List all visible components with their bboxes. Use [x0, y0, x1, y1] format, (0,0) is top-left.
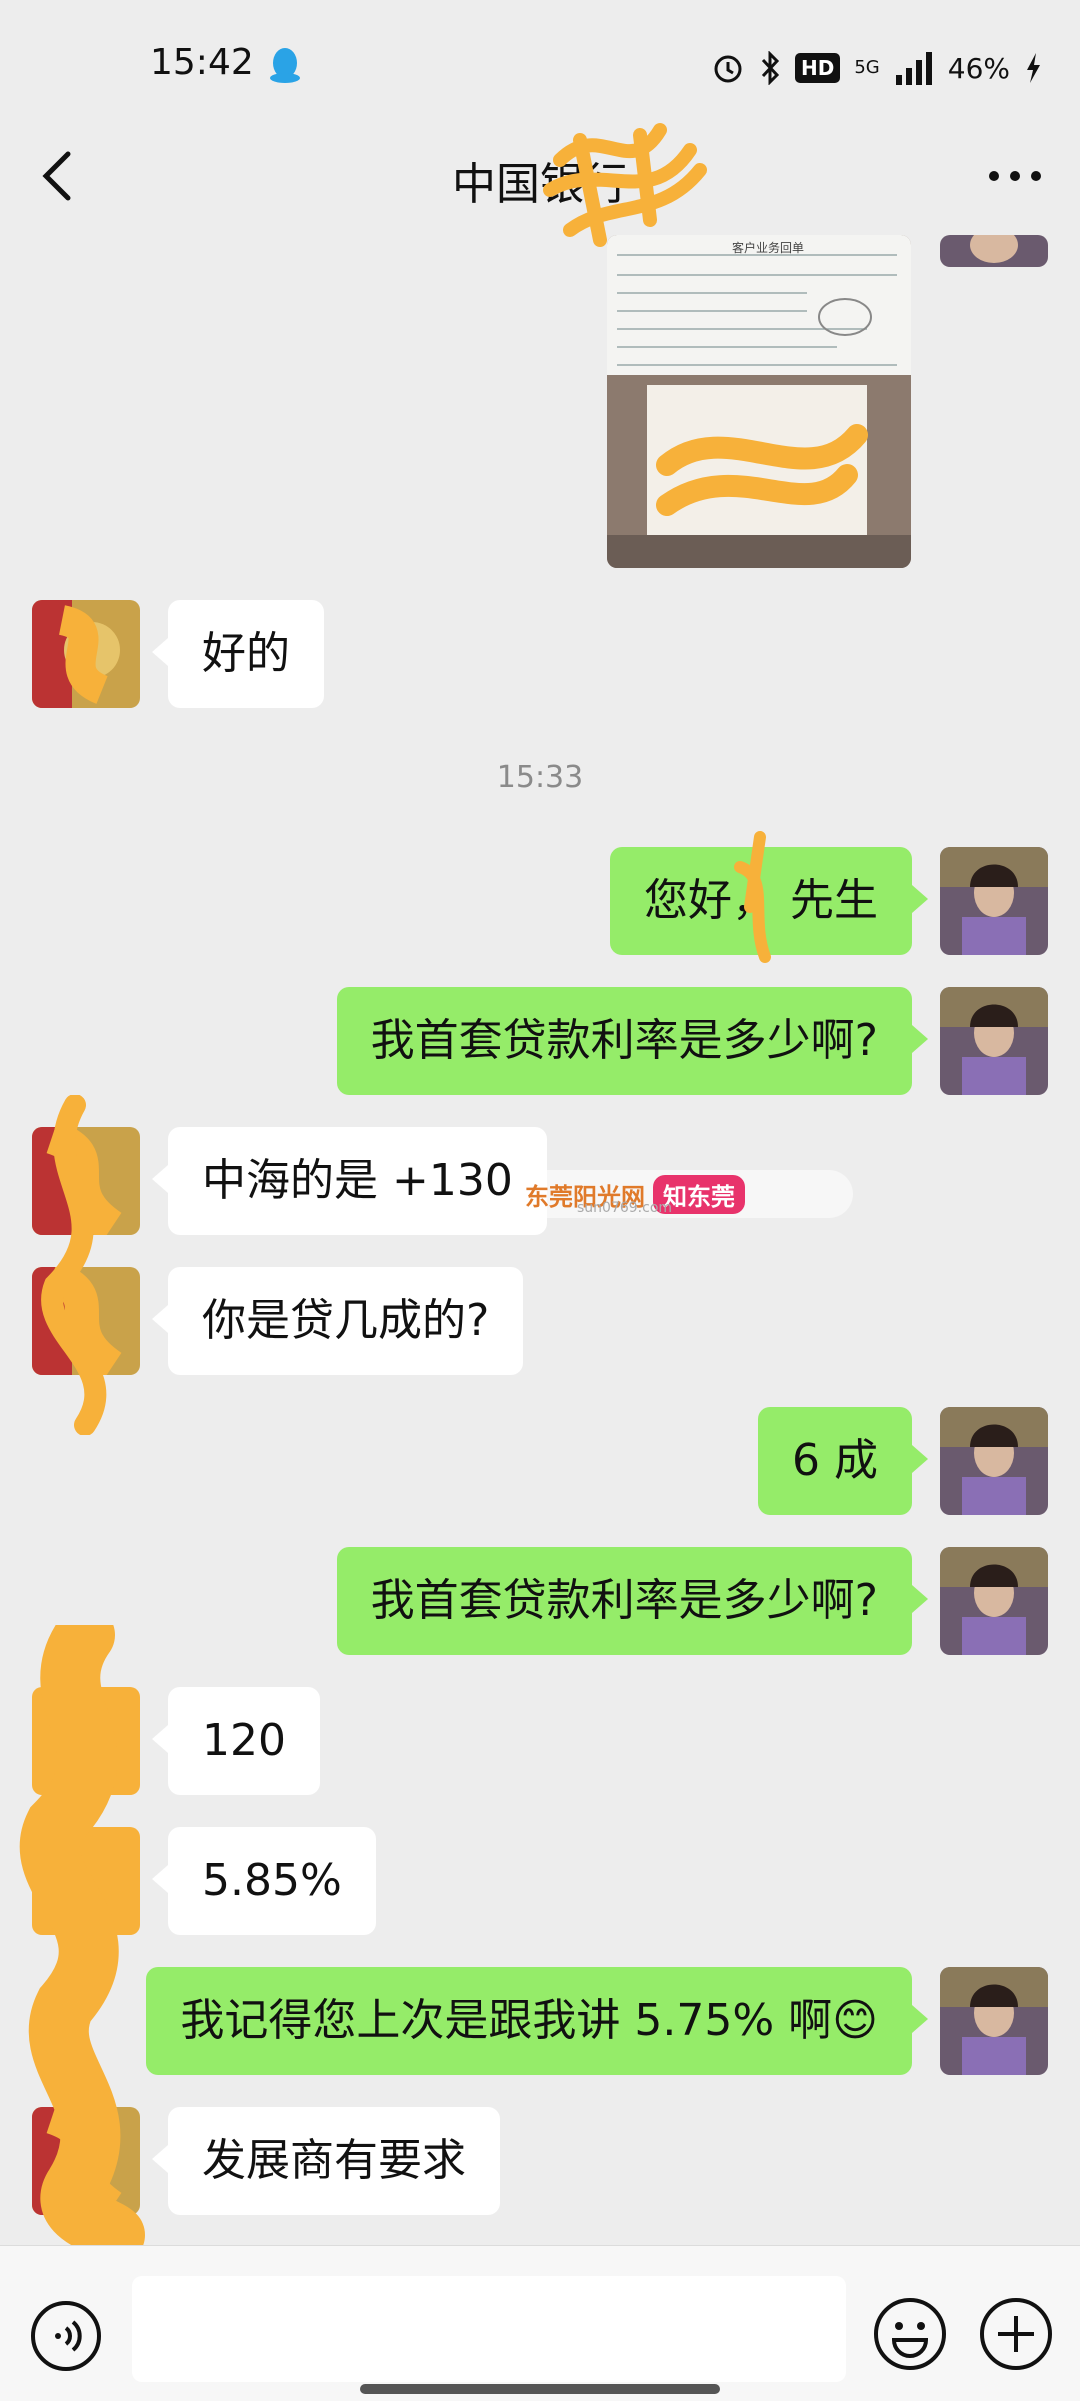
- message-row: 我首套贷款利率是多少啊?: [0, 1547, 1080, 1655]
- message-input[interactable]: [132, 2276, 846, 2382]
- incoming-message[interactable]: 你是贷几成的?: [151, 1267, 524, 1375]
- incoming-message[interactable]: 5.85%: [152, 1827, 376, 1935]
- outgoing-message[interactable]: 我首套贷款利率是多少啊?: [336, 1547, 929, 1655]
- charging-icon: [1027, 53, 1040, 83]
- message-row: 我记得您上次是跟我讲 5.75% 啊😊: [0, 1967, 1080, 2075]
- outgoing-message-text: 我记得您上次是跟我讲 5.75% 啊: [180, 1995, 833, 2046]
- message-row: 120: [0, 1687, 1080, 1795]
- incoming-message[interactable]: 120: [152, 1687, 320, 1795]
- nav-bar: 中国银行: [0, 120, 1080, 247]
- name-scribble: [734, 831, 771, 963]
- my-avatar[interactable]: [940, 1967, 1048, 2075]
- status-time: 15:42: [150, 42, 254, 83]
- bluetooth-icon: [761, 51, 780, 85]
- outgoing-message[interactable]: 我首套贷款利率是多少啊?: [336, 987, 929, 1095]
- voice-input-icon[interactable]: [28, 2298, 104, 2374]
- my-avatar[interactable]: [940, 1407, 1048, 1515]
- message-row: 你是贷几成的?: [0, 1267, 1080, 1375]
- outgoing-message[interactable]: 6 成: [758, 1407, 928, 1515]
- message-row: 我首套贷款利率是多少啊?: [0, 987, 1080, 1095]
- smile-emoji: 😊: [832, 1995, 878, 2046]
- more-options-icon[interactable]: [980, 146, 1050, 206]
- outgoing-message[interactable]: 我记得您上次是跟我讲 5.75% 啊😊: [146, 1967, 928, 2075]
- my-avatar[interactable]: [940, 235, 1048, 267]
- message-row: 6 成: [0, 1407, 1080, 1515]
- emoji-icon[interactable]: [870, 2294, 950, 2374]
- battery-percent: 46%: [947, 51, 1010, 85]
- qq-notification-icon: [270, 48, 300, 83]
- incoming-message[interactable]: 好的: [152, 600, 324, 708]
- status-icons: HD 5G 46%: [711, 46, 1042, 90]
- my-avatar[interactable]: [940, 987, 1048, 1095]
- message-list[interactable]: 客户业务回单 好的 15:33 您好， 先生 我首套贷款利率是多少啊? 中海的是…: [0, 235, 1080, 2245]
- alarm-icon: [714, 55, 742, 83]
- message-row: 好的: [0, 600, 1080, 708]
- watermark: 东莞阳光网 知东莞 sun0769.com: [515, 1170, 853, 1218]
- message-row: 5.85%: [0, 1827, 1080, 1935]
- receipt-image[interactable]: 客户业务回单: [607, 235, 911, 568]
- home-indicator[interactable]: [360, 2384, 720, 2394]
- watermark-site: sun0769.com: [577, 1200, 673, 1216]
- add-more-icon[interactable]: [976, 2294, 1056, 2374]
- contact-avatar[interactable]: [32, 600, 140, 708]
- redaction-scribble: [19, 1625, 145, 2245]
- message-timestamp: 15:33: [496, 760, 584, 795]
- hd-badge: HD: [795, 53, 841, 83]
- signal-icon: [895, 52, 932, 85]
- message-row: 发展商有要求: [0, 2107, 1080, 2215]
- incoming-message[interactable]: 发展商有要求: [152, 2107, 500, 2215]
- my-avatar[interactable]: [940, 847, 1048, 955]
- input-bar: [0, 2245, 1080, 2401]
- network-label: 5G: [854, 57, 880, 78]
- message-row: 客户业务回单: [0, 235, 1080, 568]
- title-scribble: [543, 123, 707, 247]
- receipt-caption: 客户业务回单: [732, 241, 805, 255]
- incoming-message[interactable]: 中海的是 +130: [152, 1127, 547, 1235]
- message-row: 您好， 先生: [0, 831, 1080, 963]
- status-bar: 15:42 HD 5G 46%: [0, 0, 1080, 120]
- redaction-scribble: [41, 1095, 107, 1435]
- my-avatar[interactable]: [940, 1547, 1048, 1655]
